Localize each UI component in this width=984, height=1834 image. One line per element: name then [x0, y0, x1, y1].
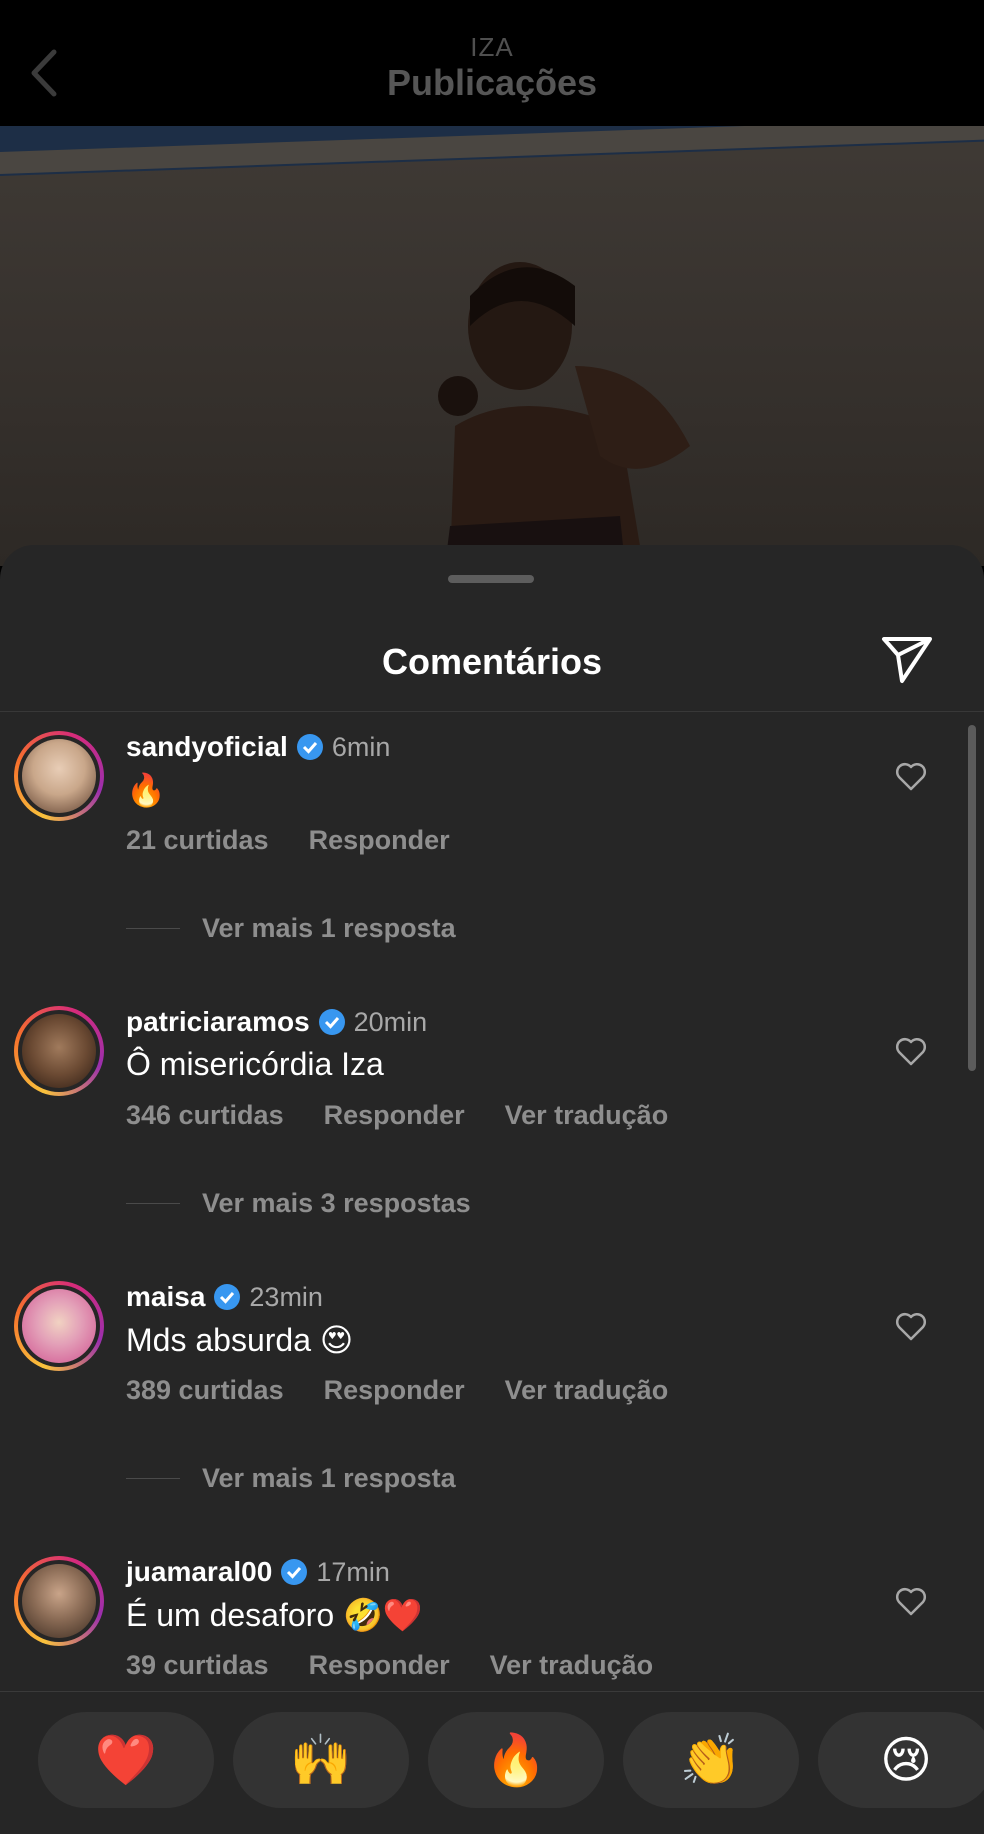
- verified-badge-icon: [318, 1009, 345, 1035]
- comments-sheet: Comentários sandyoficial 6min 🔥 21 curti…: [0, 545, 984, 1834]
- comment-text: Mds absurda 😍: [126, 1322, 354, 1358]
- reaction-raised-hands-button[interactable]: 🙌: [233, 1712, 409, 1808]
- translate-button[interactable]: Ver tradução: [505, 1375, 669, 1406]
- view-replies-button[interactable]: Ver mais 3 respostas: [126, 1188, 471, 1219]
- verified-badge-icon: [281, 1559, 308, 1585]
- comment-item: maisa 23min Mds absurda 😍 389 curtidas R…: [0, 1271, 984, 1546]
- page-title: Publicações: [386, 62, 598, 103]
- comment-item: sandyoficial 6min 🔥 21 curtidas Responde…: [0, 721, 984, 996]
- reply-button[interactable]: Responder: [324, 1375, 465, 1406]
- quick-reactions-bar: ❤️ 🙌 🔥 👏 😢: [0, 1691, 984, 1834]
- view-replies-label: Ver mais 3 respostas: [202, 1188, 471, 1218]
- view-replies-label: Ver mais 1 resposta: [202, 913, 456, 943]
- avatar[interactable]: [14, 1556, 104, 1646]
- person-silhouette: [438, 262, 690, 566]
- account-name: IZA: [470, 32, 514, 62]
- like-heart-icon[interactable]: [894, 759, 928, 793]
- sheet-title: Comentários: [381, 641, 603, 682]
- verified-badge-icon: [296, 734, 323, 760]
- avatar[interactable]: [14, 1006, 104, 1096]
- reaction-clap-button[interactable]: 👏: [623, 1712, 799, 1808]
- like-heart-icon[interactable]: [894, 1584, 928, 1618]
- translate-button[interactable]: Ver tradução: [490, 1650, 654, 1681]
- translate-button[interactable]: Ver tradução: [505, 1100, 669, 1131]
- comment-text: É um desaforo 🤣❤️: [126, 1597, 423, 1633]
- comment-item: patriciaramos 20min Ô misericórdia Iza 3…: [0, 996, 984, 1271]
- reaction-crying-button[interactable]: 😢: [818, 1712, 984, 1808]
- comment-username[interactable]: patriciaramos: [126, 1006, 310, 1038]
- comment-time: 20min: [353, 1006, 428, 1037]
- reply-button[interactable]: Responder: [324, 1100, 465, 1131]
- like-heart-icon[interactable]: [894, 1034, 928, 1068]
- like-heart-icon[interactable]: [894, 1309, 928, 1343]
- comment-username[interactable]: sandyoficial: [126, 731, 288, 763]
- view-replies-label: Ver mais 1 resposta: [202, 1463, 456, 1493]
- comment-username[interactable]: maisa: [126, 1281, 205, 1313]
- comment-time: 6min: [331, 731, 391, 762]
- share-icon[interactable]: [880, 635, 934, 685]
- post-photo: [0, 126, 984, 566]
- view-replies-button[interactable]: Ver mais 1 resposta: [126, 913, 456, 944]
- reaction-heart-button[interactable]: ❤️: [38, 1712, 214, 1808]
- drag-handle[interactable]: [448, 575, 534, 583]
- header-divider: [0, 711, 984, 712]
- comment-time: 23min: [249, 1281, 323, 1312]
- likes-count[interactable]: 389 curtidas: [126, 1375, 284, 1406]
- verified-badge-icon: [214, 1284, 241, 1310]
- comment-text: 🔥: [126, 772, 166, 808]
- reaction-fire-button[interactable]: 🔥: [428, 1712, 604, 1808]
- comment-time: 17min: [316, 1556, 390, 1587]
- view-replies-button[interactable]: Ver mais 1 resposta: [126, 1463, 456, 1494]
- avatar[interactable]: [14, 731, 104, 821]
- reply-button[interactable]: Responder: [309, 1650, 450, 1681]
- top-bar: IZA Publicações: [0, 0, 984, 126]
- likes-count[interactable]: 21 curtidas: [126, 825, 269, 856]
- comment-text: Ô misericórdia Iza: [126, 1046, 384, 1082]
- comment-username[interactable]: juamaral00: [126, 1556, 272, 1588]
- likes-count[interactable]: 346 curtidas: [126, 1100, 284, 1131]
- likes-count[interactable]: 39 curtidas: [126, 1650, 269, 1681]
- avatar[interactable]: [14, 1281, 104, 1371]
- reply-button[interactable]: Responder: [309, 825, 450, 856]
